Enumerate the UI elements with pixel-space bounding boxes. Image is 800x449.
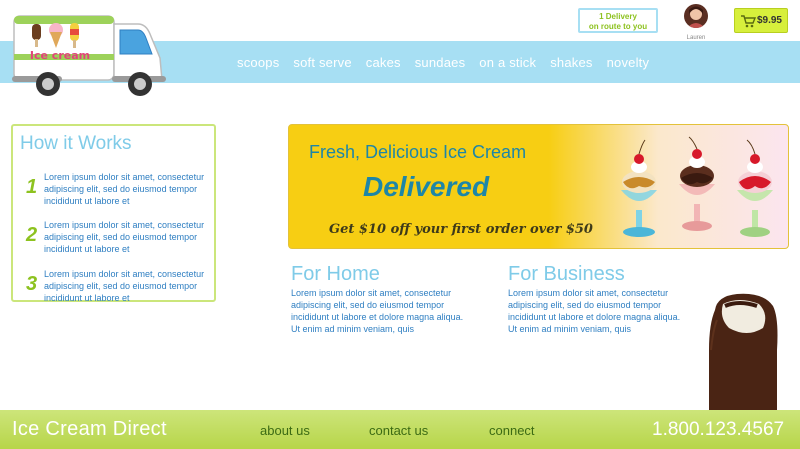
for-business-title: For Business	[508, 263, 625, 285]
user-name: Lauren	[686, 35, 706, 41]
footer-link-connect[interactable]: connect	[489, 423, 535, 438]
step-text: Lorem ipsum dolor sit amet, consectetur …	[44, 172, 205, 206]
step-text: Lorem ipsum dolor sit amet, consectetur …	[44, 269, 205, 303]
promo-delivered: Delivered	[363, 171, 490, 202]
footer-link-about-us[interactable]: about us	[260, 423, 310, 438]
for-business-text: Lorem ipsum dolor sit amet, consectetur …	[508, 288, 681, 334]
delivery-status-badge[interactable]: 1 Delivery on route to you	[578, 8, 658, 33]
delivery-count: 1 Delivery	[599, 12, 637, 21]
delivery-status-text: on route to you	[588, 22, 648, 31]
nav-item-scoops[interactable]: scoops	[237, 55, 279, 70]
how-it-works-title: How it Works	[20, 133, 132, 154]
promo-banner[interactable]: Fresh, Delicious Ice Cream Delivered Get…	[288, 124, 789, 249]
step-1: 1 Lorem ipsum dolor sit amet, consectetu…	[23, 171, 213, 207]
avatar	[684, 4, 708, 28]
page: scoops soft serve cakes sundaes on a sti…	[0, 0, 800, 449]
main-nav: scoops soft serve cakes sundaes on a sti…	[230, 41, 656, 83]
for-home-section: For Home Lorem ipsum dolor sit amet, con…	[291, 263, 466, 335]
step-text: Lorem ipsum dolor sit amet, consectetur …	[44, 220, 205, 254]
how-it-works-card: How it Works 1 Lorem ipsum dolor sit ame…	[11, 124, 216, 304]
footer-link-contact-us[interactable]: contact us	[369, 423, 428, 438]
step-2: 2 Lorem ipsum dolor sit amet, consectetu…	[23, 219, 213, 255]
ice-cream-bar-image	[709, 293, 778, 412]
cart-total: $9.95	[756, 15, 782, 26]
for-home-title: For Home	[291, 263, 380, 285]
for-home-text: Lorem ipsum dolor sit amet, consectetur …	[291, 288, 464, 334]
footer: Ice Cream Direct about us contact us con…	[0, 410, 800, 449]
nav-item-sundaes[interactable]: sundaes	[415, 55, 466, 70]
logo-text: Ice cream	[29, 49, 91, 62]
nav-item-soft-serve[interactable]: soft serve	[293, 55, 351, 70]
cart-button[interactable]: $9.95	[734, 8, 788, 33]
cart-icon	[741, 14, 756, 27]
promo-headline: Fresh, Delicious Ice Cream	[309, 142, 527, 162]
nav-item-on-a-stick[interactable]: on a stick	[479, 55, 536, 70]
step-number: 2	[26, 224, 38, 246]
nav-item-cakes[interactable]: cakes	[366, 55, 401, 70]
promo-offer: Get $10 off your first order over $50	[329, 222, 593, 237]
footer-phone[interactable]: 1.800.123.4567	[652, 419, 784, 441]
nav-item-shakes[interactable]: shakes	[550, 55, 592, 70]
step-number: 1	[26, 176, 38, 198]
step-number: 3	[26, 273, 38, 295]
footer-brand: Ice Cream Direct	[12, 418, 167, 440]
sundae-image	[621, 136, 773, 237]
nav-item-novelty[interactable]: novelty	[607, 55, 650, 70]
user-profile[interactable]: Lauren	[683, 4, 709, 41]
step-3: 3 Lorem ipsum dolor sit amet, consectetu…	[23, 268, 213, 304]
for-business-section: For Business Lorem ipsum dolor sit amet,…	[508, 263, 683, 335]
